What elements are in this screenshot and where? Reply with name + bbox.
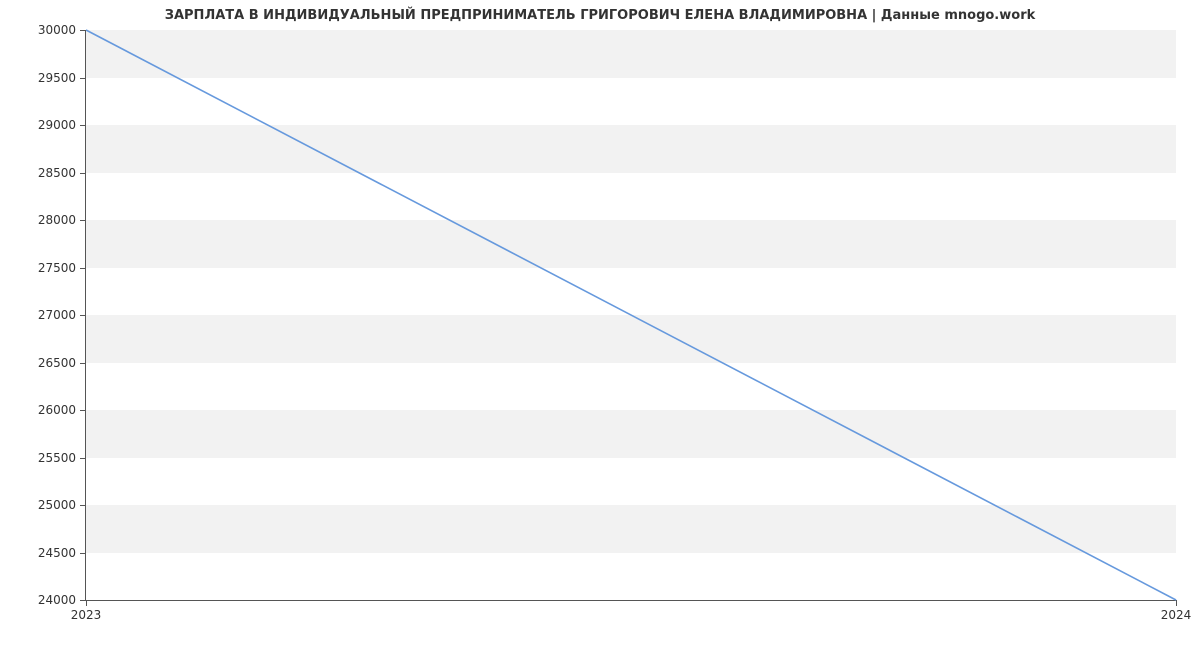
y-tick-label: 28500 xyxy=(38,166,76,180)
y-tick-label: 25500 xyxy=(38,451,76,465)
y-tick-label: 25000 xyxy=(38,498,76,512)
data-line xyxy=(86,30,1176,600)
line-series xyxy=(86,30,1176,600)
x-tick xyxy=(86,600,87,606)
y-tick-label: 24000 xyxy=(38,593,76,607)
plot-area: 2400024500250002550026000265002700027500… xyxy=(85,30,1176,601)
y-tick-label: 26500 xyxy=(38,356,76,370)
chart-title: ЗАРПЛАТА В ИНДИВИДУАЛЬНЫЙ ПРЕДПРИНИМАТЕЛ… xyxy=(0,8,1200,23)
y-tick-label: 26000 xyxy=(38,403,76,417)
x-tick-label: 2024 xyxy=(1161,608,1192,622)
y-tick-label: 27500 xyxy=(38,261,76,275)
y-tick xyxy=(80,553,86,554)
chart-container: ЗАРПЛАТА В ИНДИВИДУАЛЬНЫЙ ПРЕДПРИНИМАТЕЛ… xyxy=(0,0,1200,650)
y-tick xyxy=(80,268,86,269)
y-tick-label: 29500 xyxy=(38,71,76,85)
y-tick xyxy=(80,363,86,364)
y-tick-label: 27000 xyxy=(38,308,76,322)
y-tick xyxy=(80,410,86,411)
y-tick-label: 29000 xyxy=(38,118,76,132)
y-tick xyxy=(80,173,86,174)
y-tick xyxy=(80,30,86,31)
y-tick-label: 24500 xyxy=(38,546,76,560)
y-tick-label: 30000 xyxy=(38,23,76,37)
y-tick-label: 28000 xyxy=(38,213,76,227)
y-tick xyxy=(80,505,86,506)
y-tick xyxy=(80,78,86,79)
x-tick-label: 2023 xyxy=(71,608,102,622)
y-tick xyxy=(80,125,86,126)
y-tick xyxy=(80,220,86,221)
y-tick xyxy=(80,315,86,316)
x-tick xyxy=(1176,600,1177,606)
y-tick xyxy=(80,458,86,459)
